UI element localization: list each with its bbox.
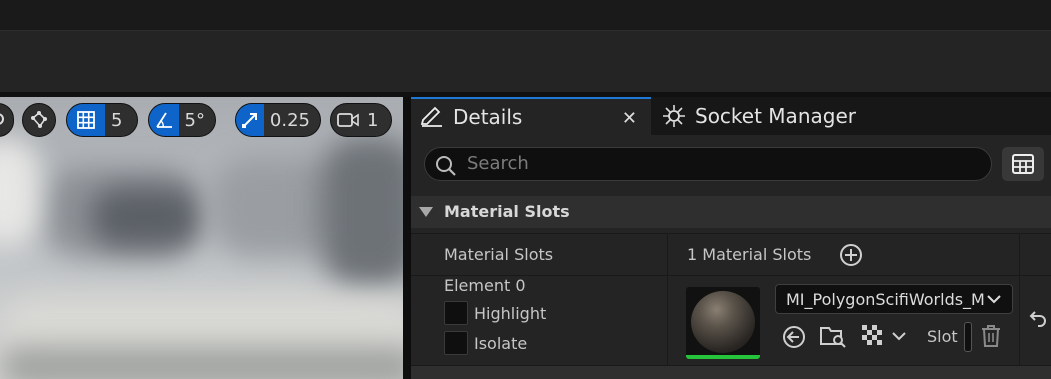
scale-snap-toggle[interactable] — [236, 104, 264, 136]
tab-socket-manager[interactable]: Socket Manager — [661, 97, 891, 135]
details-panel: Details ✕ Socket Manager Search Material… — [411, 97, 1051, 379]
material-slots-section-header[interactable]: Material Slots — [411, 196, 1051, 228]
close-icon[interactable]: ✕ — [622, 108, 637, 129]
element-label: Element 0 — [444, 276, 526, 295]
trash-icon[interactable] — [979, 323, 1003, 349]
transform-mode-button[interactable] — [22, 103, 56, 137]
grid-snap-button[interactable]: 5 — [66, 103, 138, 137]
viewport[interactable] — [0, 97, 403, 379]
table-icon — [1012, 154, 1034, 174]
magnifier-icon — [0, 113, 4, 125]
grid-snap-value[interactable]: 5 — [105, 110, 132, 131]
material-slots-count: 1 Material Slots — [687, 245, 812, 264]
viewport-toolbar: 5 5° 0.25 1 — [0, 103, 403, 139]
material-slots-label: Material Slots — [444, 245, 554, 264]
angle-icon — [156, 112, 172, 128]
scale-snap-value[interactable]: 0.25 — [264, 110, 320, 131]
add-slot-icon[interactable] — [839, 243, 863, 267]
material-combo-value: MI_PolygonScifiWorlds_M — [786, 290, 985, 309]
grid-snap-toggle[interactable] — [67, 104, 105, 136]
camera-speed-value[interactable]: 1 — [365, 110, 388, 131]
use-selected-asset-icon[interactable] — [781, 324, 807, 350]
scale-snap-button[interactable]: 0.25 — [235, 103, 321, 137]
rotation-snap-toggle[interactable] — [149, 104, 179, 136]
slot-label: Slot — [927, 327, 958, 346]
search-icon — [436, 156, 456, 176]
chevron-down-icon[interactable] — [891, 328, 907, 344]
zoom-button[interactable] — [0, 103, 14, 137]
pencil-icon — [420, 106, 442, 127]
material-slots-row: Material Slots 1 Material Slots — [411, 233, 1051, 275]
reset-arrow-icon[interactable] — [1028, 308, 1048, 328]
highlight-checkbox[interactable] — [444, 301, 468, 325]
vertex-select-icon — [31, 111, 47, 128]
grid-icon — [77, 111, 95, 129]
isolate-checkbox[interactable] — [444, 331, 468, 355]
tab-socket-manager-label: Socket Manager — [695, 104, 856, 128]
browse-asset-icon[interactable] — [819, 323, 847, 349]
rotation-snap-value[interactable]: 5° — [179, 110, 215, 131]
isolate-label: Isolate — [474, 334, 528, 353]
camera-icon — [337, 113, 359, 127]
collapse-arrow-icon[interactable] — [419, 207, 433, 217]
material-thumbnail[interactable] — [686, 287, 760, 359]
search-input[interactable]: Search — [424, 147, 992, 181]
property-matrix-button[interactable] — [1002, 147, 1044, 181]
tab-details-label: Details — [453, 105, 523, 129]
highlight-label: Highlight — [474, 304, 547, 323]
tab-bar: Details ✕ Socket Manager — [411, 97, 1051, 135]
chevron-down-icon — [987, 295, 1001, 304]
element-0-row: Element 0 Highlight Isolate MI_PolygonSc… — [411, 275, 1051, 365]
checker-texture-icon[interactable] — [861, 324, 883, 346]
socket-icon — [663, 105, 685, 127]
search-placeholder: Search — [467, 153, 529, 174]
main-toolbar — [0, 30, 1051, 93]
camera-speed-button[interactable]: 1 — [330, 103, 392, 137]
next-section-header[interactable] — [411, 365, 1051, 379]
section-title: Material Slots — [444, 202, 570, 221]
title-bar — [0, 0, 1051, 30]
panel-splitter[interactable] — [403, 97, 411, 379]
material-combo[interactable]: MI_PolygonScifiWorlds_M — [775, 284, 1013, 314]
rotation-snap-button[interactable]: 5° — [148, 103, 216, 137]
tab-details[interactable]: Details ✕ — [411, 97, 651, 135]
scale-icon — [241, 113, 257, 128]
slot-name-field[interactable] — [964, 322, 972, 352]
